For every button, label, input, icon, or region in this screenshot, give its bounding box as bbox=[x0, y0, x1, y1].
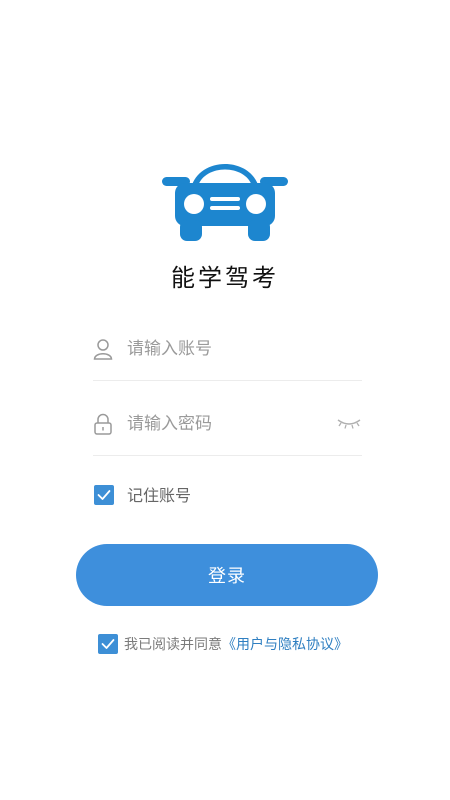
eye-closed-icon[interactable] bbox=[336, 415, 362, 431]
checkmark-icon bbox=[97, 490, 111, 500]
password-field bbox=[93, 395, 362, 456]
user-icon bbox=[93, 339, 113, 360]
remember-checkbox[interactable] bbox=[94, 485, 114, 505]
agreement-checkbox[interactable] bbox=[98, 634, 118, 654]
checkmark-icon bbox=[101, 639, 115, 649]
remember-label[interactable]: 记住账号 bbox=[127, 482, 191, 506]
lock-icon bbox=[94, 413, 112, 435]
agreement-prefix: 我已阅读并同意 bbox=[124, 637, 222, 653]
account-input[interactable] bbox=[127, 334, 327, 364]
password-input[interactable] bbox=[127, 409, 327, 439]
account-field bbox=[93, 320, 362, 381]
agreement-text: 我已阅读并同意《用户与隐私协议》 bbox=[124, 634, 348, 654]
login-button[interactable]: 登录 bbox=[76, 544, 378, 606]
privacy-agreement-link[interactable]: 《用户与隐私协议》 bbox=[222, 637, 348, 653]
app-title: 能学驾考 bbox=[171, 264, 279, 292]
car-logo-icon bbox=[162, 164, 288, 241]
